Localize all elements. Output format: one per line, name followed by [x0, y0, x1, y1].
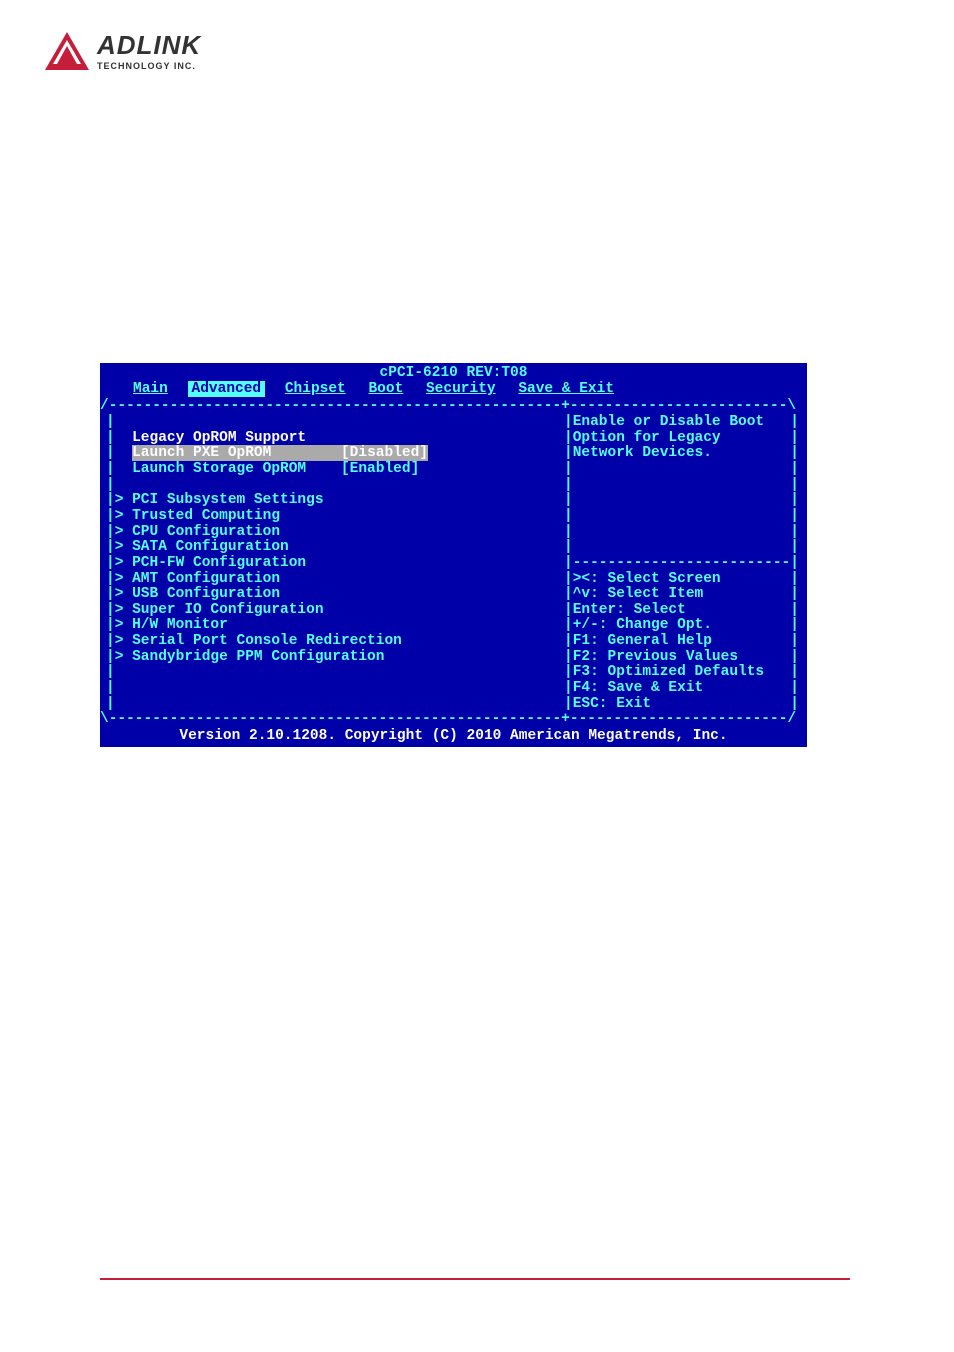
submenu-hwmon[interactable]: H/W Monitor: [132, 617, 228, 633]
tab-main[interactable]: Main: [130, 381, 171, 397]
tab-save-exit[interactable]: Save & Exit: [515, 381, 617, 397]
key-help-2: ^v: Select Item: [573, 586, 704, 602]
submenu-sandybridge[interactable]: Sandybridge PPM Configuration: [132, 649, 384, 665]
footer-rule: [100, 1278, 850, 1280]
setting-storage-oprom[interactable]: Launch Storage OpROM [Enabled]: [132, 461, 419, 477]
logo-subtitle: TECHNOLOGY INC.: [97, 61, 201, 71]
help-line-3: Network Devices.: [573, 445, 712, 461]
logo-icon: [45, 32, 89, 70]
key-help-1: ><: Select Screen: [573, 571, 721, 587]
help-line-1: Enable or Disable Boot: [573, 414, 764, 430]
section-header: Legacy OpROM Support: [132, 430, 306, 446]
logo-name: ADLINK: [97, 30, 201, 61]
bios-tabs: Main Advanced Chipset Boot Security Save…: [100, 381, 807, 399]
bios-footer: Version 2.10.1208. Copyright (C) 2010 Am…: [100, 728, 807, 747]
key-help-7: F3: Optimized Defaults: [573, 664, 764, 680]
key-help-8: F4: Save & Exit: [573, 680, 704, 696]
tab-chipset[interactable]: Chipset: [282, 381, 349, 397]
submenu-pchfw[interactable]: PCH-FW Configuration: [132, 555, 306, 571]
bios-title: cPCI-6210 REV:T08: [100, 363, 807, 381]
submenu-trusted[interactable]: Trusted Computing: [132, 508, 280, 524]
bios-screen: cPCI-6210 REV:T08 Main Advanced Chipset …: [100, 363, 807, 747]
submenu-sata[interactable]: SATA Configuration: [132, 539, 289, 555]
border-bottom: \---------------------------------------…: [100, 712, 807, 728]
submenu-amt[interactable]: AMT Configuration: [132, 571, 280, 587]
tab-security[interactable]: Security: [423, 381, 499, 397]
key-help-4: +/-: Change Opt.: [573, 617, 712, 633]
submenu-usb[interactable]: USB Configuration: [132, 586, 280, 602]
border-top: /---------------------------------------…: [100, 399, 807, 415]
setting-pxe-oprom[interactable]: Launch PXE OpROM [Disabled]: [132, 445, 428, 461]
submenu-pci[interactable]: PCI Subsystem Settings: [132, 492, 323, 508]
key-help-6: F2: Previous Values: [573, 649, 738, 665]
tab-boot[interactable]: Boot: [365, 381, 406, 397]
submenu-cpu[interactable]: CPU Configuration: [132, 524, 280, 540]
logo: ADLINK TECHNOLOGY INC.: [45, 30, 201, 71]
key-help-9: ESC: Exit: [573, 696, 651, 712]
help-line-2: Option for Legacy: [573, 430, 721, 446]
submenu-superio[interactable]: Super IO Configuration: [132, 602, 323, 618]
key-help-3: Enter: Select: [573, 602, 686, 618]
tab-advanced[interactable]: Advanced: [188, 381, 266, 397]
submenu-serial[interactable]: Serial Port Console Redirection: [132, 633, 402, 649]
key-help-5: F1: General Help: [573, 633, 712, 649]
